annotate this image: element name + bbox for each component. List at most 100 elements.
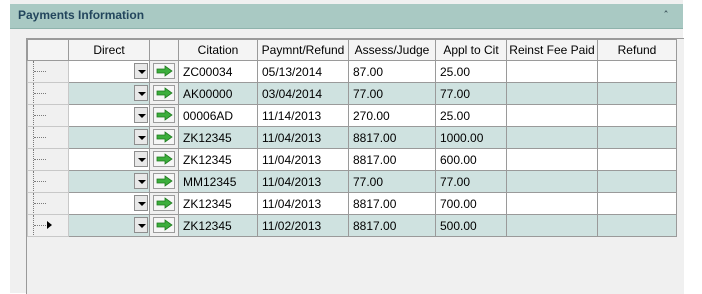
row-selector[interactable] (27, 214, 69, 237)
table-row[interactable]: ZK12345 11/04/2013 8817.00 700.00 (27, 192, 677, 215)
direct-dropdown[interactable] (68, 60, 150, 83)
row-selector[interactable] (27, 170, 69, 193)
row-selector[interactable] (27, 60, 69, 83)
col-citation[interactable]: Citation (178, 39, 258, 61)
appl-to-cit-cell[interactable]: 25.00 (435, 60, 507, 83)
paymnt-refund-cell[interactable]: 11/04/2013 (257, 170, 349, 193)
refund-cell[interactable] (597, 170, 677, 193)
row-selector[interactable] (27, 192, 69, 215)
panel-header[interactable]: Payments Information ˆ (10, 4, 683, 29)
chevron-down-icon[interactable] (134, 173, 148, 189)
assess-judge-cell[interactable]: 8817.00 (348, 126, 436, 149)
table-row[interactable]: AK00000 03/04/2014 77.00 77.00 (27, 82, 677, 105)
appl-to-cit-cell[interactable]: 600.00 (435, 148, 507, 171)
go-button[interactable] (153, 151, 175, 167)
refund-cell[interactable] (597, 60, 677, 83)
go-button[interactable] (153, 129, 175, 145)
assess-judge-cell[interactable]: 77.00 (348, 82, 436, 105)
assess-judge-cell[interactable]: 77.00 (348, 170, 436, 193)
go-button[interactable] (153, 195, 175, 211)
col-direct[interactable]: Direct (68, 39, 150, 61)
chevron-down-icon[interactable] (134, 217, 148, 233)
reinst-fee-paid-cell[interactable] (506, 126, 598, 149)
chevron-down-icon[interactable] (134, 63, 148, 79)
collapse-up-icon[interactable]: ˆ (659, 9, 673, 23)
row-header-corner (27, 39, 69, 61)
paymnt-refund-cell[interactable]: 11/04/2013 (257, 126, 349, 149)
refund-cell[interactable] (597, 192, 677, 215)
appl-to-cit-cell[interactable]: 77.00 (435, 170, 507, 193)
paymnt-refund-cell[interactable]: 03/04/2014 (257, 82, 349, 105)
direct-dropdown[interactable] (68, 148, 150, 171)
appl-to-cit-cell[interactable]: 77.00 (435, 82, 507, 105)
assess-judge-cell[interactable]: 8817.00 (348, 214, 436, 237)
table-row[interactable]: 00006AD 11/14/2013 270.00 25.00 (27, 104, 677, 127)
reinst-fee-paid-cell[interactable] (506, 148, 598, 171)
table-row[interactable]: MM12345 11/04/2013 77.00 77.00 (27, 170, 677, 193)
direct-dropdown[interactable] (68, 170, 150, 193)
go-button[interactable] (153, 217, 175, 233)
citation-cell[interactable]: 00006AD (178, 104, 258, 127)
go-button[interactable] (153, 107, 175, 123)
citation-cell[interactable]: MM12345 (178, 170, 258, 193)
chevron-down-icon[interactable] (134, 195, 148, 211)
green-arrow-icon (156, 197, 173, 209)
reinst-fee-paid-cell[interactable] (506, 104, 598, 127)
direct-dropdown[interactable] (68, 214, 150, 237)
citation-cell[interactable]: AK00000 (178, 82, 258, 105)
table-row[interactable]: ZC00034 05/13/2014 87.00 25.00 (27, 60, 677, 83)
paymnt-refund-cell[interactable]: 11/04/2013 (257, 192, 349, 215)
reinst-fee-paid-cell[interactable] (506, 82, 598, 105)
direct-dropdown[interactable] (68, 104, 150, 127)
chevron-down-icon[interactable] (134, 107, 148, 123)
direct-dropdown[interactable] (68, 192, 150, 215)
appl-to-cit-cell[interactable]: 700.00 (435, 192, 507, 215)
chevron-down-icon[interactable] (134, 129, 148, 145)
row-selector[interactable] (27, 126, 69, 149)
refund-cell[interactable] (597, 214, 677, 237)
refund-cell[interactable] (597, 104, 677, 127)
refund-cell[interactable] (597, 148, 677, 171)
citation-cell[interactable]: ZC00034 (178, 60, 258, 83)
appl-to-cit-cell[interactable]: 25.00 (435, 104, 507, 127)
refund-cell[interactable] (597, 126, 677, 149)
col-paymnt-refund[interactable]: Paymnt/Refund (257, 39, 349, 61)
reinst-fee-paid-cell[interactable] (506, 214, 598, 237)
row-selector[interactable] (27, 148, 69, 171)
assess-judge-cell[interactable]: 87.00 (348, 60, 436, 83)
assess-judge-cell[interactable]: 8817.00 (348, 192, 436, 215)
tree-branch (34, 93, 46, 95)
paymnt-refund-cell[interactable]: 11/04/2013 (257, 148, 349, 171)
paymnt-refund-cell[interactable]: 11/14/2013 (257, 104, 349, 127)
paymnt-refund-cell[interactable]: 05/13/2014 (257, 60, 349, 83)
col-assess-judge[interactable]: Assess/Judge (348, 39, 436, 61)
refund-cell[interactable] (597, 82, 677, 105)
col-refund[interactable]: Refund (597, 39, 677, 61)
chevron-down-icon[interactable] (134, 85, 148, 101)
citation-cell[interactable]: ZK12345 (178, 214, 258, 237)
assess-judge-cell[interactable]: 270.00 (348, 104, 436, 127)
go-button[interactable] (153, 63, 175, 79)
col-reinst-fee-paid[interactable]: Reinst Fee Paid (506, 39, 598, 61)
direct-dropdown[interactable] (68, 82, 150, 105)
table-row[interactable]: ZK12345 11/04/2013 8817.00 600.00 (27, 148, 677, 171)
assess-judge-cell[interactable]: 8817.00 (348, 148, 436, 171)
citation-cell[interactable]: ZK12345 (178, 126, 258, 149)
reinst-fee-paid-cell[interactable] (506, 170, 598, 193)
reinst-fee-paid-cell[interactable] (506, 192, 598, 215)
chevron-down-icon[interactable] (134, 151, 148, 167)
col-appl-to-cit[interactable]: Appl to Cit (435, 39, 507, 61)
direct-dropdown[interactable] (68, 126, 150, 149)
go-button[interactable] (153, 85, 175, 101)
paymnt-refund-cell[interactable]: 11/02/2013 (257, 214, 349, 237)
go-button[interactable] (153, 173, 175, 189)
citation-cell[interactable]: ZK12345 (178, 148, 258, 171)
row-selector[interactable] (27, 104, 69, 127)
table-row[interactable]: ZK12345 11/04/2013 8817.00 1000.00 (27, 126, 677, 149)
row-selector[interactable] (27, 82, 69, 105)
table-row[interactable]: ZK12345 11/02/2013 8817.00 500.00 (27, 214, 677, 237)
appl-to-cit-cell[interactable]: 1000.00 (435, 126, 507, 149)
reinst-fee-paid-cell[interactable] (506, 60, 598, 83)
appl-to-cit-cell[interactable]: 500.00 (435, 214, 507, 237)
citation-cell[interactable]: ZK12345 (178, 192, 258, 215)
